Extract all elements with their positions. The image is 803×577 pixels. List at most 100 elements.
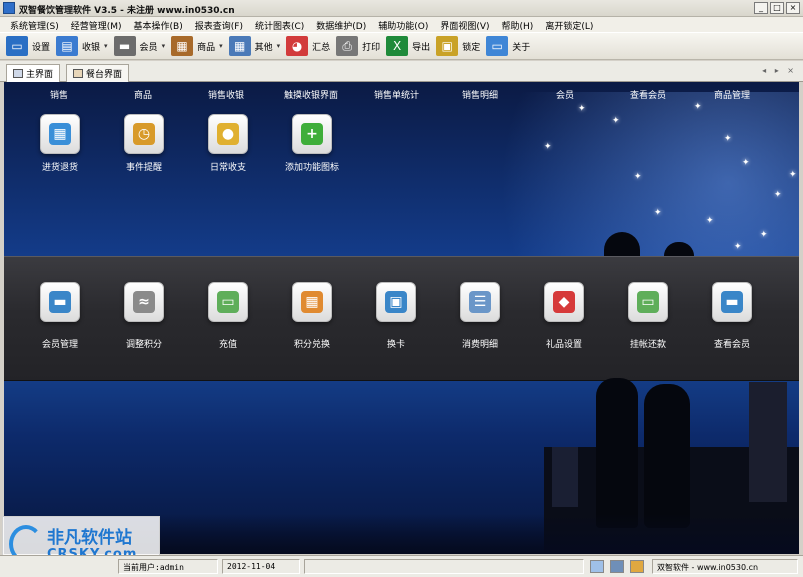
lock-icon: ▣ [436,36,459,56]
status-company: 双智软件 - www.in0530.cn [652,559,798,574]
recharge-card-icon: ▭ [217,291,239,313]
toolbar-button-4[interactable]: ▦ 其他 ▾ [228,34,281,58]
member-card-icon: ▬ [113,36,136,56]
printer-icon: ⎙ [336,36,359,56]
shortcut-tile-row1-3[interactable]: + [292,114,332,154]
top-shortcut-7[interactable]: 查看会员 [630,88,666,101]
tab-main[interactable]: 主界面 [6,64,61,82]
shortcut-tile-row2-2[interactable]: ▭ [208,282,248,322]
top-shortcut-1[interactable]: 商品 [134,88,152,101]
top-shortcut-row: 销售 商品 销售收银 触摸收银界面 销售单统计 销售明细 会员 查看会员 商品管理 [4,88,799,102]
card-swap-icon: ▣ [385,291,407,313]
toolbar-button-3[interactable]: ▦ 商品 ▾ [171,34,223,58]
shortcut-label[interactable]: 挂帐还款 [603,337,693,350]
toolbar-button-9[interactable]: ▭ 关于 [486,34,530,58]
shortcut-tile-row1-0[interactable]: ▦ [40,114,80,154]
menu-item-9[interactable]: 离开锁定(L) [539,17,599,32]
member-card-icon: ▬ [49,291,71,313]
shortcut-label[interactable]: 消费明细 [435,337,525,350]
toolbar-button-6[interactable]: ⎙ 打印 [336,34,380,58]
dropdown-arrow-icon[interactable]: ▾ [219,42,223,50]
toolbar-button-7[interactable]: X 导出 [386,34,430,58]
toolbar-button-2[interactable]: ▬ 会员 ▾ [113,34,166,58]
status-bar: 当前用户:admin 2012-11-04 双智软件 - www.in0530.… [0,555,803,577]
top-shortcut-6[interactable]: 会员 [556,88,574,101]
menu-item-6[interactable]: 辅助功能(O) [372,17,434,32]
top-shortcut-3[interactable]: 触摸收银界面 [284,88,338,101]
shortcut-tile-row2-0[interactable]: ▬ [40,282,80,322]
star-decoration: ✦ [578,104,586,114]
main-desktop: ✦ ✦ ✦ ✦ ✦ ✦ ✦ ✦ ✦ ✦ ✦ ✦ ✦ 销售 商品 销售收银 触摸收银界面 销售单统计 销售明细 会员查… [4,82,799,554]
folder-icon[interactable] [630,560,644,573]
watermark-cn: 非凡软件站 [47,528,132,548]
star-decoration: ✦ [694,102,702,112]
toolbar-button-8[interactable]: ▣ 锁定 [436,34,480,58]
shortcut-tile-row1-2[interactable]: ● [208,114,248,154]
tab-tables[interactable]: 餐台界面 [66,64,130,82]
star-decoration: ✦ [634,172,642,182]
coins-icon: ● [217,123,239,145]
tab-main-label: 主界面 [26,70,54,80]
shortcut-label[interactable]: 礼品设置 [519,337,609,350]
toolbar-label: 打印 [362,42,381,53]
shortcut-label[interactable]: 调整积分 [99,337,189,350]
shortcut-label[interactable]: 添加功能图标 [267,160,357,173]
shortcut-tile-row2-8[interactable]: ▬ [712,282,752,322]
top-shortcut-8[interactable]: 商品管理 [714,88,750,101]
toolbar-button-5[interactable]: ◕ 汇总 [286,34,330,58]
menu-item-0[interactable]: 系统管理(S) [4,17,65,32]
shortcut-label[interactable]: 会员管理 [15,337,105,350]
cashier-icon: ▤ [56,36,79,56]
shortcut-label[interactable]: 查看会员 [687,337,777,350]
shortcut-label[interactable]: 积分兑换 [267,337,357,350]
dropdown-arrow-icon[interactable]: ▾ [162,42,166,50]
menu-item-2[interactable]: 基本操作(B) [128,17,189,32]
shortcut-tile-row1-1[interactable]: ◷ [124,114,164,154]
menu-item-8[interactable]: 帮助(H) [496,17,540,32]
shortcut-label[interactable]: 事件提醒 [99,160,189,173]
shortcut-tile-row2-6[interactable]: ◆ [544,282,584,322]
app-icon [3,2,15,14]
star-decoration: ✦ [742,158,750,168]
tab-strip: 主界面 餐台界面 ◂ ▸ × [0,61,803,82]
menu-item-5[interactable]: 数据维护(D) [310,17,372,32]
close-button[interactable]: × [786,2,800,14]
shortcut-label[interactable]: 换卡 [351,337,441,350]
tab-navigation[interactable]: ◂ ▸ × [762,66,797,75]
menu-item-4[interactable]: 统计图表(C) [249,17,310,32]
top-shortcut-5[interactable]: 销售明细 [462,88,498,101]
computer-icon: ▭ [486,36,509,56]
shortcut-tile-row2-7[interactable]: ▭ [628,282,668,322]
menu-item-1[interactable]: 经营管理(M) [65,17,128,32]
dropdown-arrow-icon[interactable]: ▾ [104,42,108,50]
picture-icon[interactable] [590,560,604,573]
shortcut-tile-row2-1[interactable]: ≈ [124,282,164,322]
menu-item-3[interactable]: 报表查询(F) [189,17,249,32]
toolbar-button-0[interactable]: ▭ 设置 [6,34,50,58]
window-title: 双智餐饮管理软件 V3.5 - 未注册 www.in0530.cn [19,6,235,16]
shortcut-tile-row2-4[interactable]: ▣ [376,282,416,322]
toolbar-label: 关于 [512,42,531,53]
pie-chart-icon: ◕ [286,36,309,56]
clock-icon: ◷ [133,123,155,145]
shortcut-label[interactable]: 进货退货 [15,160,105,173]
star-decoration: ✦ [724,134,732,144]
shortcut-label[interactable]: 充值 [183,337,273,350]
menu-item-7[interactable]: 界面视图(V) [434,17,495,32]
top-shortcut-2[interactable]: 销售收银 [208,88,244,101]
top-shortcut-4[interactable]: 销售单统计 [374,88,419,101]
minimize-button[interactable]: _ [754,2,768,14]
top-shortcut-0[interactable]: 销售 [50,88,68,101]
table-icon [73,69,83,78]
excel-icon: X [386,36,409,56]
shortcut-tile-row2-5[interactable]: ☰ [460,282,500,322]
points-exchange-icon: ▦ [301,291,323,313]
shortcut-tile-row2-3[interactable]: ▦ [292,282,332,322]
star-decoration: ✦ [544,142,552,152]
maximize-button[interactable]: □ [770,2,784,14]
title-bar: 双智餐饮管理软件 V3.5 - 未注册 www.in0530.cn _ □ × [0,0,803,17]
toolbar-button-1[interactable]: ▤ 收银 ▾ [56,34,108,58]
shortcut-label[interactable]: 日常收支 [183,160,273,173]
user-icon[interactable] [610,560,624,573]
dropdown-arrow-icon[interactable]: ▾ [277,42,281,50]
